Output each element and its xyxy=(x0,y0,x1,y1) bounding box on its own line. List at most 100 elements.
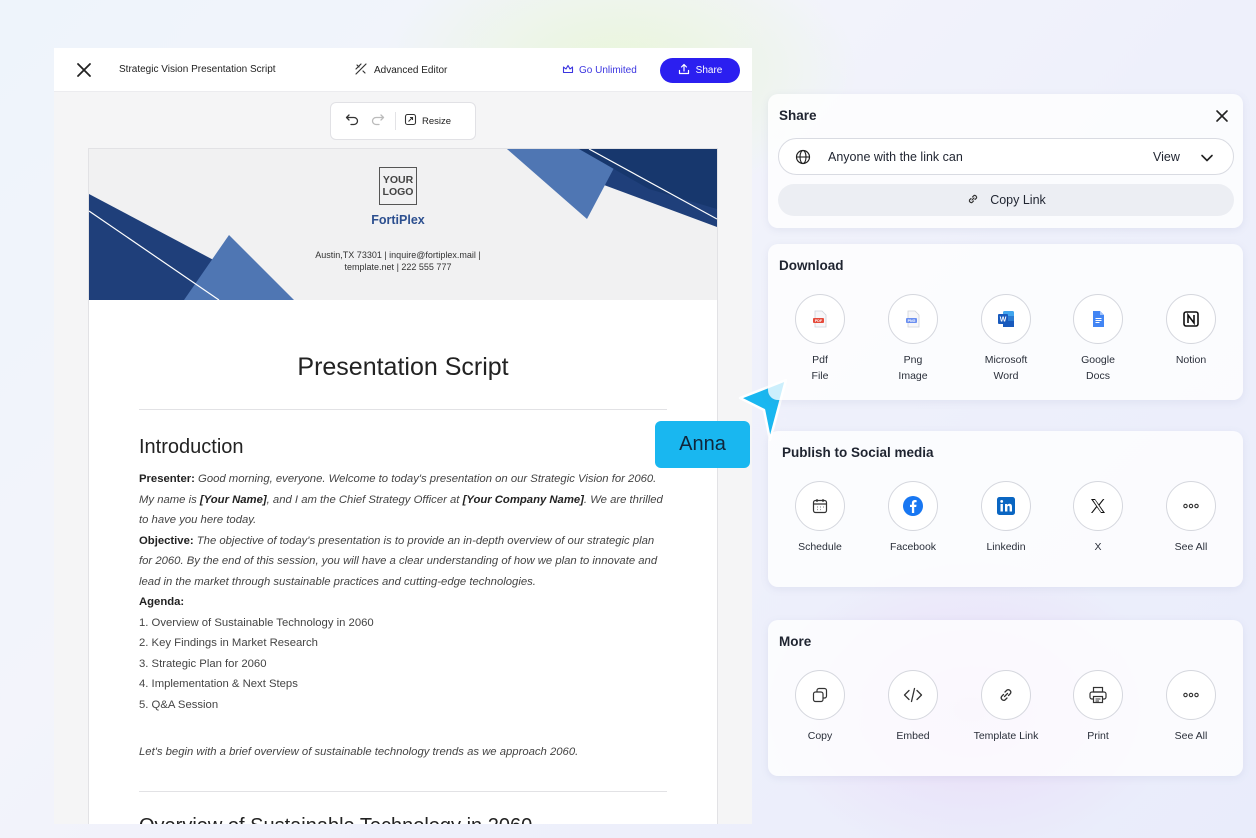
copy-icon xyxy=(795,670,845,720)
see-all-more-button[interactable]: See All xyxy=(1143,670,1239,744)
option-label: Notion xyxy=(1175,354,1207,366)
option-label: Facebook xyxy=(889,541,937,553)
agenda-item: 2. Key Findings in Market Research xyxy=(139,637,318,649)
agenda-item: 4. Implementation & Next Steps xyxy=(139,678,298,690)
download-pdf-button[interactable]: PDF Pdf File xyxy=(772,294,868,384)
link-icon xyxy=(966,192,980,209)
close-icon[interactable] xyxy=(74,60,94,80)
logo-placeholder: YOUR LOGO xyxy=(379,167,417,205)
company-address: Austin,TX 73301 | inquire@fortiplex.mail… xyxy=(289,249,507,273)
editor-topbar: Strategic Vision Presentation Script Adv… xyxy=(54,48,752,92)
download-panel-title: Download xyxy=(779,258,844,273)
svg-text:W: W xyxy=(1000,317,1007,324)
toolbar-divider xyxy=(395,112,396,130)
link-icon xyxy=(981,670,1031,720)
address-line-1: Austin,TX 73301 | inquire@fortiplex.mail… xyxy=(315,250,481,260)
agenda-list: 1. Overview of Sustainable Technology in… xyxy=(139,613,669,716)
editor-window: Strategic Vision Presentation Script Adv… xyxy=(54,48,752,824)
link-access-text: Anyone with the link can xyxy=(828,150,963,164)
link-permission-value: View xyxy=(1153,150,1180,164)
more-dots-icon xyxy=(1166,481,1216,531)
share-button[interactable]: Share xyxy=(660,58,740,83)
x-logo-icon xyxy=(1073,481,1123,531)
objective-paragraph: Objective: The objective of today's pres… xyxy=(139,531,669,593)
section-heading-introduction: Introduction xyxy=(139,436,244,458)
svg-text:PDF: PDF xyxy=(815,319,823,323)
printer-icon xyxy=(1073,670,1123,720)
option-label: See All xyxy=(1174,730,1208,742)
company-placeholder: [Your Company Name] xyxy=(462,493,584,506)
introduction-body: Presenter: Good morning, everyone. Welco… xyxy=(139,469,669,715)
copy-link-label: Copy Link xyxy=(990,193,1046,207)
embed-button[interactable]: Embed xyxy=(865,670,961,744)
svg-text:PNG: PNG xyxy=(908,319,916,323)
download-panel: Download PDF Pdf File PNG Png Image W Micr… xyxy=(768,244,1243,400)
option-label: X xyxy=(1094,541,1102,553)
code-icon xyxy=(888,670,938,720)
png-image-icon: PNG xyxy=(888,294,938,344)
brand-name: FortiPlex xyxy=(371,213,425,227)
presenter-paragraph: Presenter: Good morning, everyone. Welco… xyxy=(139,469,669,531)
more-panel: More Copy Embed Template Link Print See … xyxy=(768,620,1243,776)
document-page[interactable]: YOUR LOGO FortiPlex Austin,TX 73301 | in… xyxy=(88,148,718,824)
document-banner: YOUR LOGO FortiPlex Austin,TX 73301 | in… xyxy=(89,149,717,300)
download-google-docs-button[interactable]: Google Docs xyxy=(1050,294,1146,384)
copy-link-button[interactable]: Copy Link xyxy=(778,184,1234,216)
download-notion-button[interactable]: Notion xyxy=(1143,294,1239,368)
option-label: Image xyxy=(898,370,928,382)
download-png-button[interactable]: PNG Png Image xyxy=(865,294,961,384)
option-label: Microsoft xyxy=(984,354,1028,366)
option-label: Pdf xyxy=(812,354,828,366)
editor-toolbar: Resize xyxy=(330,102,476,140)
share-panel-title: Share xyxy=(779,108,817,123)
document-heading: Presentation Script xyxy=(297,353,509,381)
resize-label: Resize xyxy=(422,115,452,127)
resize-button[interactable]: Resize xyxy=(404,113,451,129)
divider xyxy=(139,409,667,410)
schedule-button[interactable]: Schedule xyxy=(772,481,868,555)
section-heading-overview: Overview of Sustainable Technology in 20… xyxy=(139,815,532,824)
go-unlimited-label: Go Unlimited xyxy=(579,65,637,76)
globe-icon xyxy=(795,149,811,170)
crown-icon xyxy=(562,63,574,78)
see-all-social-button[interactable]: See All xyxy=(1143,481,1239,555)
social-media-panel: Publish to Social media Schedule Faceboo… xyxy=(768,431,1243,587)
linkedin-button[interactable]: Linkedin xyxy=(958,481,1054,555)
copy-button[interactable]: Copy xyxy=(772,670,868,744)
calendar-icon xyxy=(795,481,845,531)
agenda-item: 5. Q&A Session xyxy=(139,698,219,711)
option-label: Embed xyxy=(896,730,930,742)
share-panel: Share Anyone with the link can View Copy… xyxy=(768,94,1243,228)
pdf-file-icon: PDF xyxy=(795,294,845,344)
microsoft-word-icon: W xyxy=(981,294,1031,344)
facebook-button[interactable]: Facebook xyxy=(865,481,961,555)
close-icon[interactable] xyxy=(1213,107,1231,125)
option-label: Docs xyxy=(1086,370,1110,382)
redo-icon[interactable] xyxy=(369,112,387,130)
option-label: Print xyxy=(1087,730,1109,742)
download-word-button[interactable]: W Microsoft Word xyxy=(958,294,1054,384)
advanced-editor-button[interactable]: Advanced Editor xyxy=(354,62,447,79)
x-button[interactable]: X xyxy=(1050,481,1146,555)
more-options: Copy Embed Template Link Print See All xyxy=(768,670,1243,770)
go-unlimited-button[interactable]: Go Unlimited xyxy=(562,63,637,78)
template-link-button[interactable]: Template Link xyxy=(958,670,1054,744)
closing-text: Let's begin with a brief overview of sus… xyxy=(139,746,579,758)
social-options: Schedule Facebook Linkedin X See All xyxy=(768,481,1243,581)
link-access-dropdown[interactable]: Anyone with the link can View xyxy=(778,138,1234,175)
social-panel-title: Publish to Social media xyxy=(782,445,934,460)
option-label: Png xyxy=(903,354,923,366)
more-dots-icon xyxy=(1166,670,1216,720)
objective-text: The objective of today's presentation is… xyxy=(139,534,658,588)
presenter-label: Presenter: xyxy=(139,473,195,485)
option-label: File xyxy=(811,370,829,382)
address-line-2: template.net | 222 555 777 xyxy=(344,262,452,272)
option-label: Schedule xyxy=(798,541,842,553)
undo-icon[interactable] xyxy=(343,112,361,130)
facebook-icon xyxy=(888,481,938,531)
download-options: PDF Pdf File PNG Png Image W Microsoft Word… xyxy=(768,294,1243,394)
agenda-label: Agenda: xyxy=(139,596,185,608)
option-label: See All xyxy=(1174,541,1208,553)
print-button[interactable]: Print xyxy=(1050,670,1146,744)
google-docs-icon xyxy=(1073,294,1123,344)
